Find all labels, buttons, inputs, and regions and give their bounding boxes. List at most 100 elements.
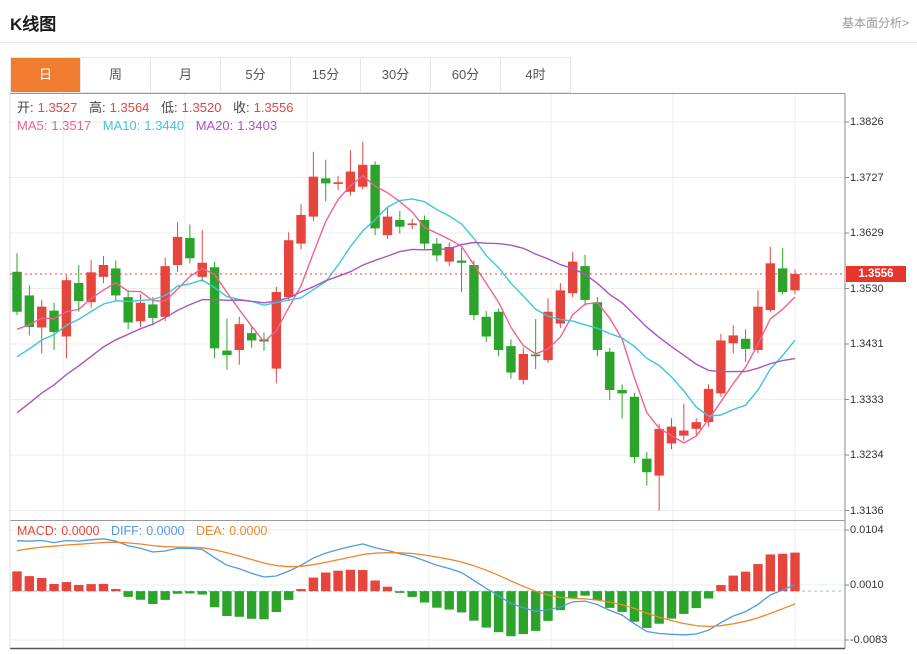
macd-bar xyxy=(469,591,478,620)
macd-bar xyxy=(321,573,330,592)
candle-body-up xyxy=(445,247,454,262)
macd-bar xyxy=(642,591,651,628)
tab-4[interactable]: 15分 xyxy=(291,58,361,92)
tab-1[interactable]: 周 xyxy=(81,58,151,92)
macd-bar xyxy=(790,553,799,592)
macd-axis-label: -0.0083 xyxy=(850,634,912,646)
macd-bar xyxy=(123,591,132,597)
candle-body-down xyxy=(49,311,58,332)
price-axis-label: 1.3727 xyxy=(850,172,912,184)
tab-2[interactable]: 月 xyxy=(151,58,221,92)
macd-bar xyxy=(630,591,639,622)
open-label: 开: xyxy=(17,100,34,115)
macd-bar xyxy=(333,571,342,591)
macd-bar xyxy=(74,585,83,591)
candle-body-up xyxy=(543,312,552,360)
dea-label: DEA: xyxy=(196,524,225,538)
candle-body-down xyxy=(259,339,268,341)
last-price-badge: 1.3556 xyxy=(846,266,906,282)
candle-body-down xyxy=(506,346,515,372)
kline-page: K线图 基本面分析> 日周月5分15分30分60分4时 开:1.3527 高:1… xyxy=(0,0,917,654)
candle-body-down xyxy=(420,220,429,244)
macd-bar xyxy=(556,591,565,610)
ma5-value: 1.3517 xyxy=(51,118,91,133)
candle-body-up xyxy=(692,422,701,429)
macd-bar xyxy=(531,591,540,631)
candle-body-up xyxy=(296,215,305,244)
macd-readout: MACD:0.0000 DIFF:0.0000 DEA:0.0000 xyxy=(17,524,275,538)
candle-body-up xyxy=(654,429,663,476)
tab-6[interactable]: 60分 xyxy=(431,58,501,92)
candle-body-up xyxy=(235,324,244,350)
candle-body-up xyxy=(766,263,775,310)
candle-body-up xyxy=(383,217,392,236)
tab-5[interactable]: 30分 xyxy=(361,58,431,92)
candle-body-up xyxy=(568,262,577,294)
macd-bar xyxy=(716,585,725,591)
macd-bar xyxy=(445,591,454,609)
candle-body-down xyxy=(605,352,614,390)
candle-body-down xyxy=(778,268,787,292)
tab-0[interactable]: 日 xyxy=(11,58,81,92)
tab-3[interactable]: 5分 xyxy=(221,58,291,92)
candle-body-up xyxy=(556,290,565,323)
ma20-label: MA20: xyxy=(196,118,234,133)
macd-bar xyxy=(580,591,589,596)
fundamental-analysis-link[interactable]: 基本面分析> xyxy=(842,14,909,31)
macd-bar xyxy=(309,578,318,592)
ma-readout: MA5:1.3517 MA10:1.3440 MA20:1.3403 xyxy=(17,118,285,133)
candle-body-up xyxy=(790,274,799,290)
macd-bar xyxy=(62,582,71,591)
ma20-line xyxy=(17,243,795,413)
candle-body-down xyxy=(210,267,219,348)
candle-body-down xyxy=(741,339,750,349)
macd-bar xyxy=(494,591,503,632)
candle-body-down xyxy=(531,355,540,357)
period-tabs: 日周月5分15分30分60分4时 xyxy=(10,57,571,93)
high-label: 高: xyxy=(89,100,106,115)
macd-bar xyxy=(667,591,676,618)
macd-bar xyxy=(25,576,34,591)
macd-bar xyxy=(358,570,367,591)
dea-line xyxy=(17,542,795,626)
low-value: 1.3520 xyxy=(182,100,222,115)
candle-body-down xyxy=(370,165,379,229)
price-axis-label: 1.3826 xyxy=(850,116,912,128)
macd-label: MACD: xyxy=(17,524,57,538)
macd-bar xyxy=(49,584,58,591)
tab-7[interactable]: 4时 xyxy=(501,58,570,92)
macd-bar xyxy=(741,572,750,592)
candle-body-down xyxy=(222,351,231,356)
candle-body-up xyxy=(272,292,281,369)
macd-bar xyxy=(766,554,775,591)
candle-body-down xyxy=(148,304,157,318)
macd-bar xyxy=(296,589,305,591)
candle-body-down xyxy=(580,266,589,300)
candle-body-down xyxy=(457,261,466,263)
candle-body-up xyxy=(173,237,182,265)
candle-body-up xyxy=(346,172,355,192)
ma10-label: MA10: xyxy=(103,118,141,133)
macd-bar xyxy=(222,591,231,616)
candle-body-up xyxy=(284,240,293,297)
macd-bar xyxy=(86,584,95,591)
candle-body-up xyxy=(358,165,367,187)
open-value: 1.3527 xyxy=(38,100,78,115)
candle-body-up xyxy=(62,280,71,336)
diff-line xyxy=(17,539,795,635)
candle-body-up xyxy=(519,354,528,380)
macd-value: 0.0000 xyxy=(61,524,99,538)
macd-bar xyxy=(679,591,688,614)
candle-body-up xyxy=(99,265,108,277)
macd-bar xyxy=(407,591,416,597)
macd-bar xyxy=(37,578,46,591)
macd-bar xyxy=(568,591,577,598)
macd-bar xyxy=(519,591,528,634)
ohlc-readout: 开:1.3527 高:1.3564 低:1.3520 收:1.3556 xyxy=(17,97,301,116)
macd-bar xyxy=(370,580,379,591)
macd-bar xyxy=(543,591,552,621)
title-divider xyxy=(0,42,917,43)
candle-body-up xyxy=(667,427,676,444)
low-label: 低: xyxy=(161,100,178,115)
candle-body-up xyxy=(160,266,169,317)
